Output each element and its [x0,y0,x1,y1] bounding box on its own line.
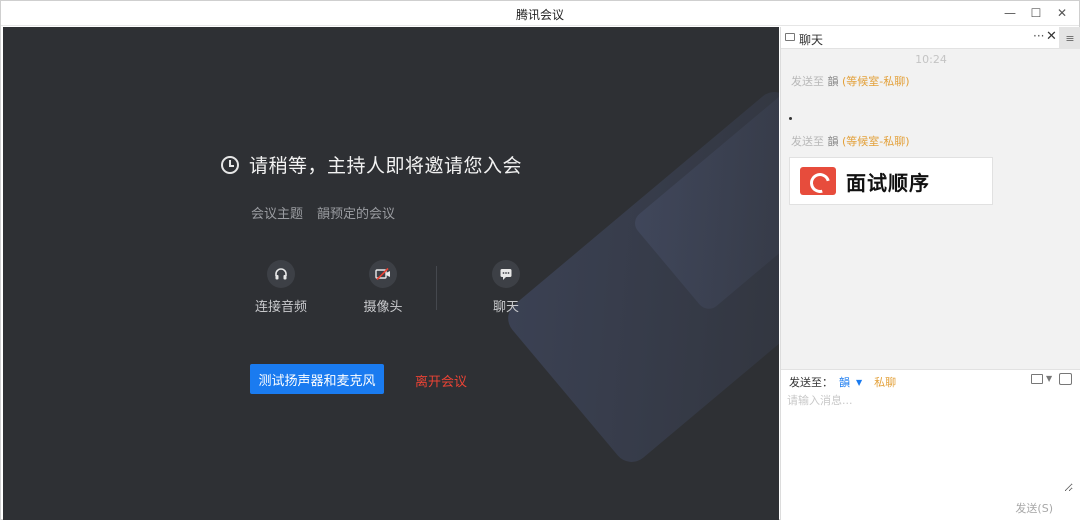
chat-title: 聊天 [799,33,824,47]
chat-bubble-icon [492,260,520,288]
meeting-waiting-area: 请稍等，主持人即将邀请您入会 会议主题 韻预定的会议 连接音频 摄像头 聊天 测… [3,27,779,520]
chevron-down-icon[interactable]: ▼ [856,378,862,387]
close-chat-button[interactable]: ✕ [1046,29,1057,44]
app-window: 腾讯会议 — ☐ ✕ 请稍等，主持人即将邀请您入会 会议主题 韻预定的会议 连接… [0,0,1080,520]
window-controls: — ☐ ✕ [999,4,1073,22]
topic-value: 韻预定的会议 [317,207,396,222]
send-button[interactable]: 发送(S) [1015,500,1053,516]
file-name: 面试顺序 [846,170,930,195]
minimize-button[interactable]: — [999,4,1021,22]
meeting-topic: 会议主题 韻预定的会议 [251,203,395,222]
pdf-icon [800,167,836,195]
compose-area: 发送至： 韻 ▼ 私聊 ▼ 发送(S) [781,369,1080,520]
more-options-button[interactable]: ··· [1033,29,1044,43]
window-title: 腾讯会议 [515,8,564,22]
message-sender: 发送至 韻 (等候室-私聊) [791,73,910,89]
message-list[interactable]: 10:24 发送至 韻 (等候室-私聊) 发送至 韻 (等候室-私聊) 面试顺序 [781,49,1080,369]
clock-icon [221,155,239,174]
message-input[interactable] [787,392,1073,492]
chat-icon [785,33,795,41]
message-sender: 发送至 韻 (等候室-私聊) [791,133,910,149]
private-chat-label: 私聊 [874,376,897,389]
connect-audio-label: 连接音频 [254,300,307,315]
waiting-text: 请稍等，主持人即将邀请您入会 [249,155,523,177]
leave-meeting-button[interactable]: 离开会议 [415,371,467,390]
folder-icon[interactable] [1031,374,1043,384]
headphones-icon [267,260,295,288]
camera-off-icon [369,260,397,288]
chat-menu-button[interactable]: ≡ [1059,27,1080,49]
connect-audio-button[interactable]: 连接音频 [243,260,319,315]
chat-label: 聊天 [492,300,519,315]
waiting-message: 请稍等，主持人即将邀请您入会 [221,151,522,178]
topic-label: 会议主题 [251,207,304,222]
sender-name: 韻 [827,135,839,148]
private-tag: (等候室-私聊) [842,135,910,148]
camera-button[interactable]: 摄像头 [345,260,421,315]
maximize-button[interactable]: ☐ [1025,4,1047,22]
chat-header: 聊天 ··· ✕ ≡ [781,27,1080,49]
screenshot-icon[interactable] [1059,373,1072,385]
message-timestamp: 10:24 [915,53,947,66]
sender-prefix: 发送至 [791,75,824,88]
action-bar: 连接音频 摄像头 聊天 [243,260,553,320]
recipient-select[interactable]: 韻 [839,374,850,390]
action-divider [436,266,437,310]
test-speaker-mic-button[interactable]: 测试扬声器和麦克风 [250,364,384,394]
private-tag: (等候室-私聊) [842,75,910,88]
message-content [789,117,792,120]
chevron-down-icon[interactable]: ▼ [1046,374,1052,383]
sender-name: 韻 [827,75,839,88]
title-bar: 腾讯会议 — ☐ ✕ [1,1,1079,26]
camera-label: 摄像头 [363,300,403,315]
chat-button[interactable]: 聊天 [468,260,544,315]
close-window-button[interactable]: ✕ [1051,4,1073,22]
recipient-row: 发送至： 韻 ▼ 私聊 [789,374,896,390]
send-to-label: 发送至： [789,376,833,389]
file-attachment[interactable]: 面试顺序 [789,157,993,205]
chat-panel: 聊天 ··· ✕ ≡ 10:24 发送至 韻 (等候室-私聊) 发送至 韻 (等… [780,27,1080,520]
sender-prefix: 发送至 [791,135,824,148]
